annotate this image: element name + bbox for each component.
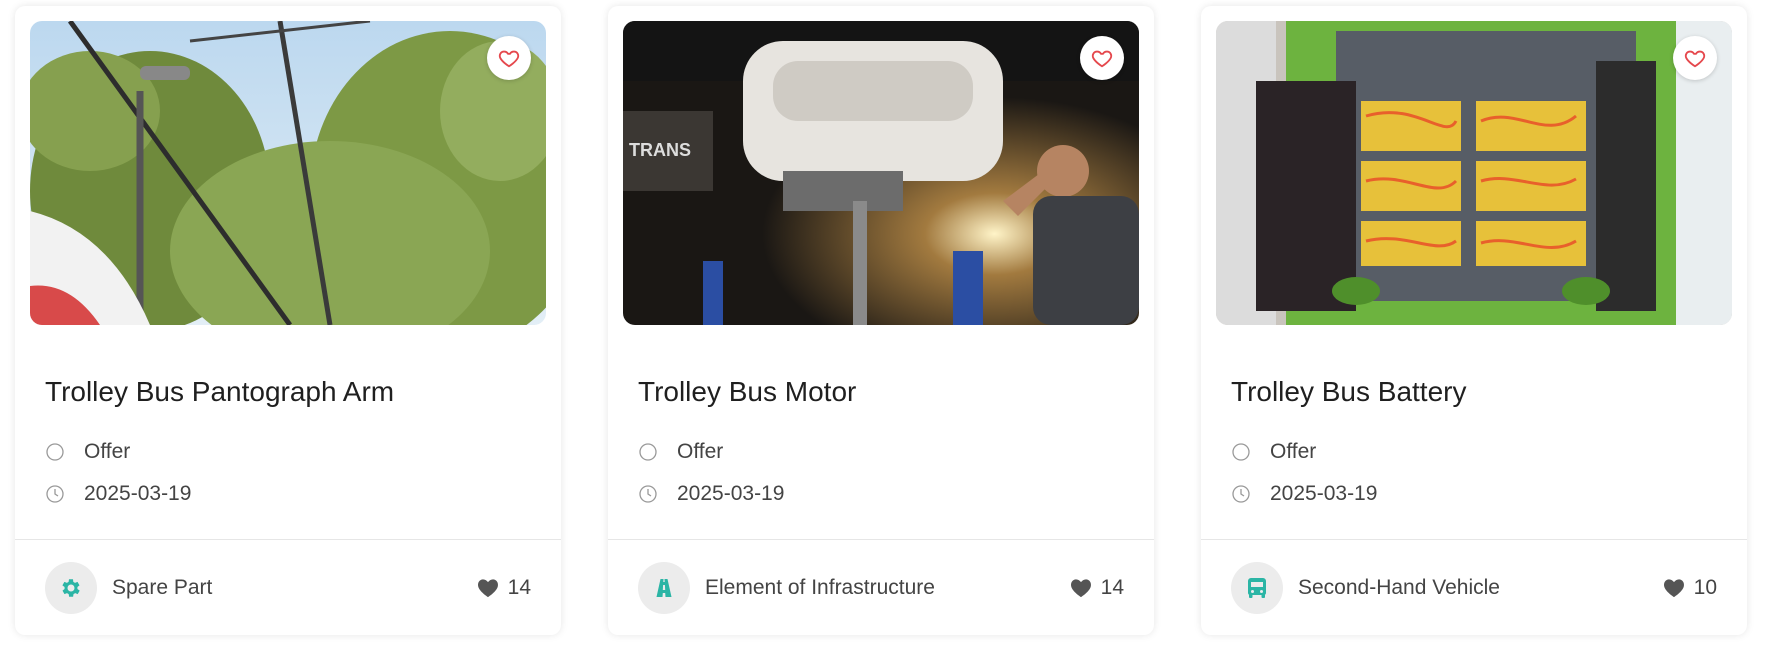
listing-type-label: Offer	[677, 440, 724, 463]
heart-outline-icon	[1684, 50, 1706, 68]
like-count-value: 14	[1100, 576, 1124, 599]
motor-photo[interactable]: TRANS	[623, 21, 1139, 325]
clock-icon	[1231, 484, 1251, 504]
category-icon-badge	[45, 562, 97, 614]
card-title[interactable]: Trolley Bus Motor	[638, 376, 856, 408]
listing-date: 2025-03-19	[1231, 482, 1377, 506]
listing-type: Offer	[638, 440, 723, 464]
card-divider	[608, 539, 1154, 540]
listing-type-label: Offer	[1270, 440, 1317, 463]
category-label: Element of Infrastructure	[705, 576, 935, 599]
listing-type: Offer	[45, 440, 130, 464]
heart-icon	[1070, 579, 1091, 598]
gear-icon	[62, 579, 80, 597]
road-icon	[656, 579, 672, 597]
card-title[interactable]: Trolley Bus Battery	[1231, 376, 1466, 408]
category-icon-badge	[638, 562, 690, 614]
favorite-button[interactable]	[1080, 36, 1124, 80]
heart-icon	[1663, 579, 1684, 598]
clock-icon	[45, 484, 65, 504]
battery-photo[interactable]	[1216, 21, 1732, 325]
card-title[interactable]: Trolley Bus Pantograph Arm	[45, 376, 394, 408]
card-divider	[1201, 539, 1747, 540]
heart-outline-icon	[498, 50, 520, 68]
circle-icon	[638, 442, 658, 462]
like-count-value: 14	[507, 576, 531, 599]
listing-date: 2025-03-19	[638, 482, 784, 506]
like-count[interactable]: 14	[1070, 576, 1124, 600]
listing-type-label: Offer	[84, 440, 131, 463]
clock-icon	[638, 484, 658, 504]
favorite-button[interactable]	[1673, 36, 1717, 80]
circle-icon	[1231, 442, 1251, 462]
category-label: Spare Part	[112, 576, 213, 599]
category[interactable]: Element of Infrastructure	[638, 562, 935, 614]
svg-text:TRANS: TRANS	[629, 140, 691, 160]
listing-card[interactable]: Trolley Bus Battery Offer 2025-03-19 Sec…	[1201, 6, 1747, 635]
listing-grid: Trolley Bus Pantograph Arm Offer 2025-03…	[0, 0, 1768, 658]
like-count-value: 10	[1693, 576, 1717, 599]
category[interactable]: Second-Hand Vehicle	[1231, 562, 1500, 614]
circle-icon	[45, 442, 65, 462]
listing-date-label: 2025-03-19	[84, 482, 192, 505]
like-count[interactable]: 14	[477, 576, 531, 600]
favorite-button[interactable]	[487, 36, 531, 80]
category-icon-badge	[1231, 562, 1283, 614]
listing-card[interactable]: Trolley Bus Pantograph Arm Offer 2025-03…	[15, 6, 561, 635]
listing-card[interactable]: TRANS Trolley Bus Motor Offer 2025-03-19…	[608, 6, 1154, 635]
bus-icon	[1248, 578, 1266, 598]
heart-icon	[477, 579, 498, 598]
category[interactable]: Spare Part	[45, 562, 212, 614]
listing-date-label: 2025-03-19	[1270, 482, 1378, 505]
card-divider	[15, 539, 561, 540]
like-count[interactable]: 10	[1663, 576, 1717, 600]
listing-date-label: 2025-03-19	[677, 482, 785, 505]
listing-type: Offer	[1231, 440, 1316, 464]
category-label: Second-Hand Vehicle	[1298, 576, 1500, 599]
pantograph-photo[interactable]	[30, 21, 546, 325]
heart-outline-icon	[1091, 50, 1113, 68]
listing-date: 2025-03-19	[45, 482, 191, 506]
